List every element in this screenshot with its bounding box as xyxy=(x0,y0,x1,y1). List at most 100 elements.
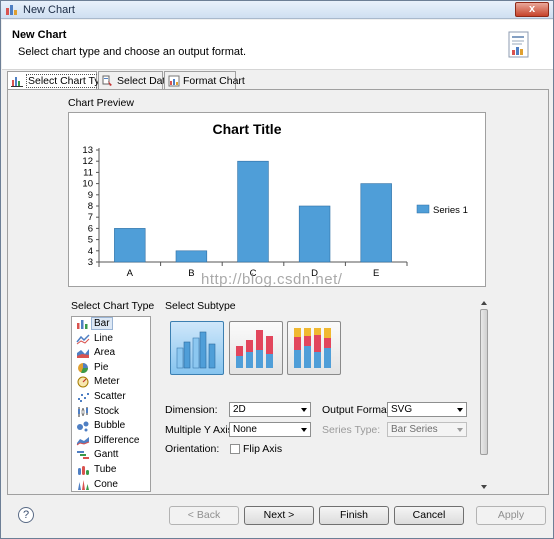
scroll-thumb[interactable] xyxy=(480,309,488,455)
watermark-text: http://blog.csdn.net/ xyxy=(201,271,343,288)
chart-type-list: Bar Line Area Pie Meter Scatter Stock Bu… xyxy=(71,316,151,492)
finish-button[interactable]: Finish xyxy=(319,506,389,525)
chart-title: Chart Title xyxy=(213,121,282,137)
chart-type-item[interactable]: Bubble xyxy=(72,419,150,434)
cone-icon xyxy=(76,479,90,491)
dimension-value: 2D xyxy=(233,404,246,415)
y-tick-label: 3 xyxy=(88,257,93,268)
y-tick-label: 6 xyxy=(88,223,93,234)
title-bar: New Chart x xyxy=(1,1,553,19)
tab-format-chart[interactable]: Format Chart xyxy=(164,71,245,90)
scroll-down-icon[interactable] xyxy=(481,485,487,489)
y-tick-label: 13 xyxy=(82,145,93,156)
y-tick-label: 10 xyxy=(82,179,93,190)
output-format-label: Output Format: xyxy=(322,404,393,416)
chart-type-label: Tube xyxy=(94,463,117,475)
chevron-down-icon xyxy=(301,428,307,432)
chart-type-label: Area xyxy=(94,347,116,359)
chart-type-item[interactable]: Tube xyxy=(72,463,150,478)
x-tick-label: A xyxy=(127,268,134,279)
x-tick-label: B xyxy=(188,268,194,279)
series-type-value: Bar Series xyxy=(391,424,438,435)
select-chart-type-label: Select Chart Type xyxy=(71,300,155,312)
legend-label: Series 1 xyxy=(433,205,468,216)
y-axis: 345678910111213 xyxy=(82,145,100,268)
chart-type-item[interactable]: Area xyxy=(72,346,150,361)
chart-type-label: Stock xyxy=(94,405,120,417)
y-tick-label: 7 xyxy=(88,212,93,223)
multiple-y-axis-value: None xyxy=(233,424,257,435)
y-tick-label: 9 xyxy=(88,190,93,201)
y-tick-label: 11 xyxy=(83,167,93,178)
vertical-scrollbar[interactable] xyxy=(479,299,489,491)
new-chart-dialog: New Chart x New Chart Select chart type … xyxy=(0,0,554,539)
bar xyxy=(114,228,146,263)
subtype-percent-stacked[interactable] xyxy=(287,321,341,375)
tab-label: Format Chart xyxy=(183,75,245,87)
chart-type-label: Line xyxy=(94,332,113,344)
scroll-up-icon[interactable] xyxy=(481,301,487,305)
tab-content-panel: Chart Preview Chart Title 3 4 5 6 7 8 9 10 11 12 1… xyxy=(7,89,549,495)
output-format-value: SVG xyxy=(391,404,413,415)
chart-type-item[interactable]: Bar xyxy=(72,317,150,332)
subtype-side-by-side[interactable] xyxy=(170,321,224,375)
select-subtype-label: Select Subtype xyxy=(165,300,236,312)
percent-stacked-bar-icon xyxy=(294,328,331,368)
flip-axis-checkbox[interactable] xyxy=(230,444,240,454)
bar xyxy=(237,160,269,263)
y-tick-label: 12 xyxy=(82,156,93,167)
subtype-stacked[interactable] xyxy=(229,321,283,375)
help-button[interactable]: ? xyxy=(18,507,34,523)
bar xyxy=(298,205,331,263)
chart-type-item[interactable]: Gantt xyxy=(72,448,150,463)
back-button[interactable]: < Back xyxy=(169,506,239,525)
chart-type-item[interactable]: Difference xyxy=(72,434,150,449)
chart-type-label: Bar xyxy=(91,317,113,330)
apply-button[interactable]: Apply xyxy=(476,506,546,525)
orientation-label: Orientation: xyxy=(165,443,220,455)
chart-type-item[interactable]: Stock xyxy=(72,405,150,420)
chart-type-label: Pie xyxy=(94,361,109,373)
chevron-down-icon xyxy=(301,408,307,412)
next-button[interactable]: Next > xyxy=(244,506,314,525)
chart-type-item[interactable]: Scatter xyxy=(72,390,150,405)
bars xyxy=(114,160,392,263)
format-chart-icon xyxy=(168,75,180,90)
tab-select-data[interactable]: Select Data xyxy=(98,71,171,90)
chevron-down-icon xyxy=(457,408,463,412)
data-select-icon xyxy=(102,75,114,90)
chart-type-item[interactable]: Line xyxy=(72,332,150,347)
legend-swatch xyxy=(416,204,430,214)
stacked-bar-icon xyxy=(236,330,273,368)
close-button[interactable]: x xyxy=(515,2,549,17)
tab-select-chart-type[interactable]: Select Chart Type xyxy=(7,71,114,90)
wizard-title: New Chart xyxy=(12,29,67,41)
chart-preview-svg: Chart Title 345678910111213 ABCDE Series… xyxy=(82,121,468,279)
y-tick-label: 4 xyxy=(88,246,93,257)
chart-type-label: Meter xyxy=(94,376,120,388)
chart-type-label: Bubble xyxy=(94,420,126,432)
multiple-y-axis-select[interactable]: None xyxy=(229,422,311,437)
bar xyxy=(175,250,208,263)
bar xyxy=(360,183,392,263)
multiple-y-axis-label: Multiple Y Axis: xyxy=(165,424,236,436)
series-type-label: Series Type: xyxy=(322,424,381,436)
chart-app-icon xyxy=(5,3,19,19)
chart-type-item[interactable]: Cone xyxy=(72,478,150,491)
chart-type-item[interactable]: Pie xyxy=(72,361,150,376)
flip-axis-label: Flip Axis xyxy=(243,443,283,455)
wizard-header: New Chart Select chart type and choose a… xyxy=(2,20,553,70)
wizard-banner-icon xyxy=(507,31,531,62)
dimension-label: Dimension: xyxy=(165,404,218,416)
chart-type-item[interactable]: Meter xyxy=(72,375,150,390)
y-tick-label: 5 xyxy=(88,235,93,246)
chart-type-label: Difference xyxy=(94,434,140,446)
bar-chart-icon xyxy=(11,75,23,90)
wizard-description: Select chart type and choose an output f… xyxy=(18,46,247,58)
cancel-button[interactable]: Cancel xyxy=(394,506,464,525)
output-format-select[interactable]: SVG xyxy=(387,402,467,417)
dimension-select[interactable]: 2D xyxy=(229,402,311,417)
legend: Series 1 xyxy=(416,204,468,216)
y-tick-label: 8 xyxy=(88,201,93,212)
series-type-select[interactable]: Bar Series xyxy=(387,422,467,437)
